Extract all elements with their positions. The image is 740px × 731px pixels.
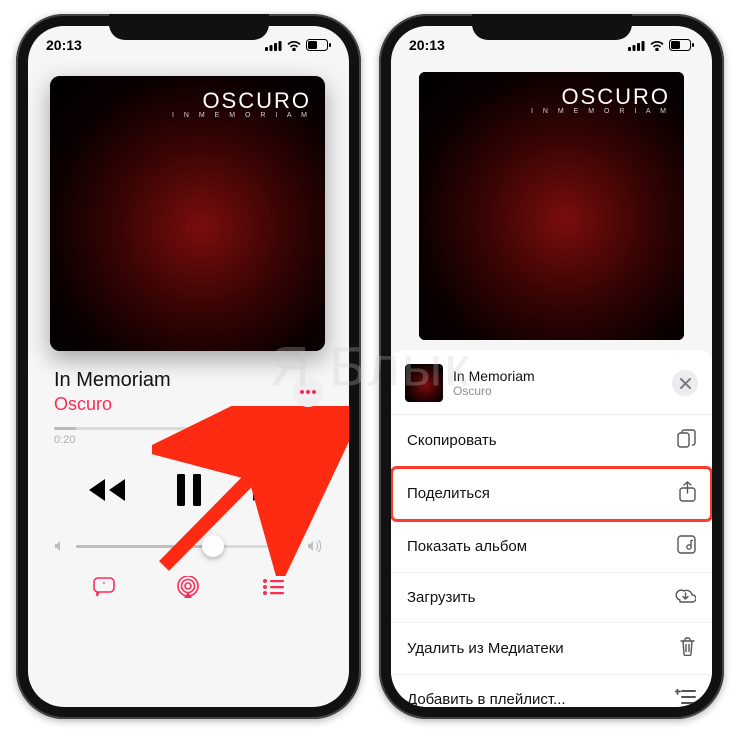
- sheet-subtitle: Oscuro: [453, 384, 535, 398]
- menu-item-playlist[interactable]: Добавить в плейлист...: [391, 675, 712, 707]
- copy-icon: [677, 429, 696, 452]
- phone-frame-left: 20:13 OSCURO I N M E M O R I A M In Memo…: [16, 14, 361, 719]
- mini-album-art: [405, 364, 443, 402]
- status-indicators: [628, 39, 694, 51]
- queue-button[interactable]: [262, 579, 284, 595]
- trash-icon: [679, 637, 696, 660]
- menu-item-download[interactable]: Загрузить: [391, 573, 712, 623]
- sheet-title: In Memoriam: [453, 368, 535, 384]
- menu-item-label: Показать альбом: [407, 538, 527, 555]
- track-title: In Memoriam: [54, 369, 171, 392]
- screen-left: 20:13 OSCURO I N M E M O R I A M In Memo…: [28, 26, 349, 707]
- menu-item-copy[interactable]: Скопировать: [391, 415, 712, 467]
- notch: [109, 14, 269, 40]
- album-subtitle: I N M E M O R I A M: [531, 108, 670, 115]
- screen-right: 20:13 OSCURO I N M E M O R I A M In Memo…: [391, 26, 712, 707]
- progress-slider[interactable]: 0:20 -3:58: [28, 423, 349, 446]
- wifi-icon: [649, 40, 665, 51]
- menu-item-album[interactable]: Показать альбом: [391, 521, 712, 573]
- phone-frame-right: 20:13 OSCURO I N M E M O R I A M In Memo…: [379, 14, 724, 719]
- forward-icon: [251, 477, 291, 503]
- status-time: 20:13: [46, 37, 82, 53]
- volume-slider[interactable]: [28, 520, 349, 552]
- time-elapsed: 0:20: [54, 434, 75, 446]
- battery-icon: [669, 39, 694, 51]
- rewind-icon: [87, 477, 127, 503]
- cellular-icon: [265, 40, 282, 51]
- wifi-icon: [286, 40, 302, 51]
- cellular-icon: [628, 40, 645, 51]
- album-logo: OSCURO: [531, 84, 670, 110]
- airplay-icon: [176, 576, 200, 598]
- battery-icon: [306, 39, 331, 51]
- close-icon: [680, 378, 691, 389]
- lyrics-icon: ": [93, 577, 115, 597]
- pause-button[interactable]: [175, 474, 203, 506]
- album-subtitle: I N M E M O R I A M: [172, 112, 311, 119]
- album-art-background: OSCURO I N M E M O R I A M: [419, 72, 684, 340]
- action-sheet: In Memoriam Oscuro Скопировать Поделиться…: [391, 350, 712, 707]
- queue-icon: [262, 579, 284, 595]
- menu-item-label: Загрузить: [407, 589, 476, 606]
- lyrics-button[interactable]: ": [93, 577, 115, 597]
- pause-icon: [175, 474, 203, 506]
- share-icon: [679, 481, 696, 506]
- download-icon: [675, 587, 696, 608]
- menu-item-label: Скопировать: [407, 432, 497, 449]
- airplay-button[interactable]: [176, 576, 200, 598]
- track-artist[interactable]: Oscuro: [54, 394, 171, 415]
- rewind-button[interactable]: [87, 477, 127, 503]
- notch: [472, 14, 632, 40]
- close-button[interactable]: [672, 370, 698, 396]
- menu-item-label: Удалить из Медиатеки: [407, 640, 564, 657]
- album-art-large[interactable]: OSCURO I N M E M O R I A M: [50, 76, 325, 351]
- menu-item-label: Добавить в плейлист...: [407, 691, 566, 708]
- svg-text:": ": [102, 581, 105, 590]
- more-button[interactable]: [293, 377, 323, 407]
- menu-item-label: Поделиться: [407, 485, 490, 502]
- album-icon: [677, 535, 696, 558]
- status-indicators: [265, 39, 331, 51]
- volume-low-icon: [54, 540, 66, 552]
- playlist-icon: [675, 689, 696, 707]
- menu-item-share[interactable]: Поделиться: [391, 467, 712, 521]
- time-remaining: -3:58: [298, 434, 323, 446]
- forward-button[interactable]: [251, 477, 291, 503]
- volume-high-icon: [307, 540, 323, 552]
- album-logo: OSCURO: [172, 88, 311, 114]
- ellipsis-icon: [300, 390, 316, 394]
- menu-item-trash[interactable]: Удалить из Медиатеки: [391, 623, 712, 675]
- status-time: 20:13: [409, 37, 445, 53]
